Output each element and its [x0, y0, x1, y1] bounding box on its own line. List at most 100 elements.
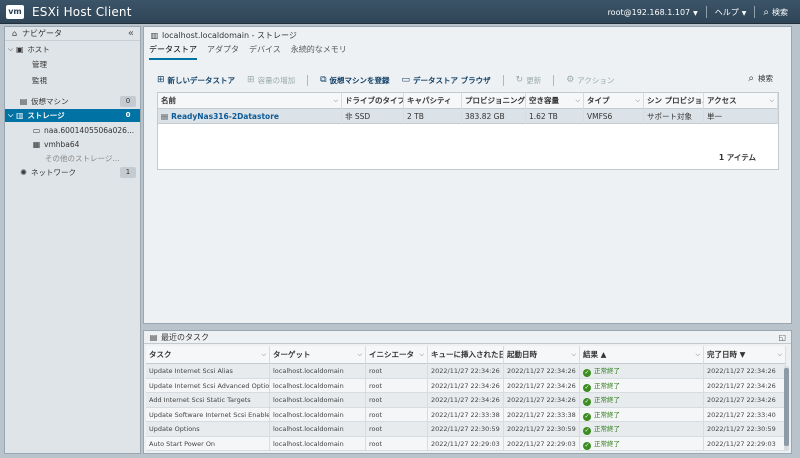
divider: [754, 6, 756, 18]
col-type[interactable]: タイプ ⌵: [584, 93, 644, 109]
col-drive-type[interactable]: ドライブのタイプ: [342, 93, 404, 109]
result-cell: ✓ 正常終了: [580, 407, 704, 422]
scrollbar-thumb[interactable]: [784, 368, 789, 446]
tasks-icon: ▤: [149, 332, 158, 342]
nav-vms[interactable]: ▤ 仮想マシン 0: [5, 95, 140, 108]
task-cell: Update Internet Scsi Alias: [146, 364, 270, 378]
result-cell: ✓ 正常終了: [580, 436, 704, 451]
col-queued[interactable]: キューに挿入された日時: [428, 346, 504, 364]
maximize-icon[interactable]: ◱: [778, 333, 786, 342]
host-icon: ▣: [16, 45, 24, 54]
table-row[interactable]: Update Software Internet Scsi Enabled lo…: [146, 407, 786, 422]
recent-tasks-title: 最近のタスク: [161, 332, 209, 342]
chevron-down-icon: ⌵: [635, 97, 640, 104]
col-task-label: タスク: [149, 350, 172, 359]
table-row[interactable]: ▤ ReadyNas316-2Datastore 非 SSD 2 TB 383.8…: [158, 109, 778, 124]
item-count: 1 アイテム: [718, 153, 756, 162]
tasks-grid-header: タスク ⌵ ターゲット ⌵ イニシエータ ⌵ キューに挿入された日時 起動日時 ⌵ 結果…: [146, 346, 786, 364]
datastore-search[interactable]: ⌕ 検索: [748, 73, 773, 84]
success-check-icon: ✓: [583, 369, 591, 377]
search-label: 検索: [772, 7, 788, 17]
task-cell: Auto Start Power On: [146, 436, 270, 451]
started-cell: 2022/11/27 22:34:26: [504, 378, 580, 393]
help-menu[interactable]: ヘルプ ▼: [715, 7, 747, 18]
increase-capacity-button[interactable]: ⊞ 容量の増加: [247, 75, 295, 86]
storage-icon: ▥: [150, 31, 159, 40]
target-cell: localhost.localdomain: [270, 393, 366, 407]
table-row[interactable]: Add Internet Scsi Static Targets localho…: [146, 393, 786, 408]
target-cell: localhost.localdomain: [270, 436, 366, 451]
tab-adapters[interactable]: アダプタ: [207, 44, 239, 60]
divider: [553, 74, 555, 86]
col-thin[interactable]: シン プロビジョニング: [644, 93, 704, 109]
success-check-icon: ✓: [583, 412, 591, 421]
user-menu[interactable]: root@192.168.1.107 ▼: [608, 8, 698, 17]
collapse-icon[interactable]: «: [128, 28, 134, 39]
nav-manage[interactable]: 管理: [5, 58, 140, 71]
table-row[interactable]: Update Options localhost.localdomain roo…: [146, 422, 786, 437]
navigator-title: ナビゲータ: [22, 29, 62, 38]
col-result[interactable]: 結果 ▲ ⌵: [580, 346, 704, 364]
nav-storage[interactable]: ⌵ ▥ ストレージ 0: [5, 109, 140, 122]
success-check-icon: ✓: [583, 427, 591, 435]
hba-icon: ▦: [32, 140, 41, 149]
tab-datastores[interactable]: データストア: [149, 44, 197, 60]
col-target[interactable]: ターゲット ⌵: [270, 346, 366, 364]
register-vm-icon: ⧉: [320, 75, 327, 85]
nav-disk[interactable]: ▭ naa.6001405506a026...: [5, 124, 140, 137]
nav-host[interactable]: ⌵ ▣ ホスト: [5, 43, 140, 56]
datastore-browser-label: データストア ブラウザ: [413, 75, 491, 85]
table-row[interactable]: Update Internet Scsi Alias localhost.loc…: [146, 364, 786, 379]
chevron-down-icon: ⌵: [419, 351, 424, 358]
nav-network[interactable]: ✺ ネットワーク 1: [5, 166, 140, 179]
datastore-name-cell[interactable]: ▤ ReadyNas316-2Datastore: [158, 109, 342, 124]
result-cell: ✓ 正常終了: [580, 422, 704, 436]
col-type-label: タイプ: [587, 96, 610, 105]
caret-down-icon: ▼: [693, 9, 698, 17]
tasks-scrollbar[interactable]: [784, 366, 789, 451]
col-completed-label: 完了日時 ▼: [707, 350, 746, 359]
new-datastore-button[interactable]: ⊞ 新しいデータストア: [157, 75, 235, 86]
queued-cell: 2022/11/27 22:33:38: [428, 407, 504, 422]
register-vm-button[interactable]: ⧉ 仮想マシンを登録: [320, 75, 389, 86]
started-cell: 2022/11/27 22:33:38: [504, 407, 580, 422]
result-text: 正常終了: [594, 367, 620, 375]
tab-devices[interactable]: デバイス: [249, 44, 281, 60]
result-cell: ✓ 正常終了: [580, 378, 704, 393]
col-provisioned[interactable]: プロビジョニング: [462, 93, 526, 109]
table-row[interactable]: Auto Start Power On localhost.localdomai…: [146, 436, 786, 451]
provisioned-cell: 383.82 GB: [462, 109, 526, 124]
network-icon: ✺: [20, 168, 27, 177]
refresh-button[interactable]: ↻ 更新: [516, 75, 542, 86]
nav-more-storage-label: その他のストレージ...: [45, 154, 120, 163]
divider: [307, 74, 309, 86]
top-bar: vm ESXi Host Client root@192.168.1.107 ▼ …: [0, 0, 800, 24]
nav-monitor[interactable]: 監視: [5, 74, 140, 87]
datastore-name-link[interactable]: ReadyNas316-2Datastore: [171, 112, 279, 121]
initiator-cell: root: [366, 364, 428, 378]
col-task[interactable]: タスク ⌵: [146, 346, 270, 364]
col-initiator[interactable]: イニシエータ ⌵: [366, 346, 428, 364]
col-started[interactable]: 起動日時 ⌵: [504, 346, 580, 364]
actions-button[interactable]: ⚙ アクション: [566, 75, 614, 86]
table-row[interactable]: Update Internet Scsi Advanced Options lo…: [146, 378, 786, 393]
increase-capacity-label: 容量の増加: [257, 75, 296, 85]
datastore-search-input[interactable]: 検索: [758, 73, 773, 84]
completed-cell: 2022/11/27 22:34:26: [704, 393, 786, 407]
col-completed[interactable]: 完了日時 ▼ ⌵: [704, 346, 786, 364]
col-access[interactable]: アクセス ⌵: [704, 93, 778, 109]
task-cell: Update Software Internet Scsi Enabled: [146, 407, 270, 422]
datastore-browser-button[interactable]: ▭ データストア ブラウザ: [402, 75, 491, 86]
success-check-icon: ✓: [583, 383, 591, 392]
result-text: 正常終了: [594, 410, 620, 419]
nav-vmhba[interactable]: ▦ vmhba64: [5, 138, 140, 151]
col-free[interactable]: 空き容量 ⌵: [526, 93, 584, 109]
queued-cell: 2022/11/27 22:34:26: [428, 393, 504, 407]
col-capacity[interactable]: キャパシティ: [404, 93, 462, 109]
header-search[interactable]: ⌕ 検索: [763, 7, 788, 18]
col-name[interactable]: 名前 ⌵: [158, 93, 342, 109]
nav-more-storage[interactable]: その他のストレージ...: [5, 152, 140, 165]
tab-persistent-memory[interactable]: 永続的なメモリ: [291, 44, 347, 60]
refresh-label: 更新: [526, 75, 542, 85]
target-cell: localhost.localdomain: [270, 422, 366, 436]
